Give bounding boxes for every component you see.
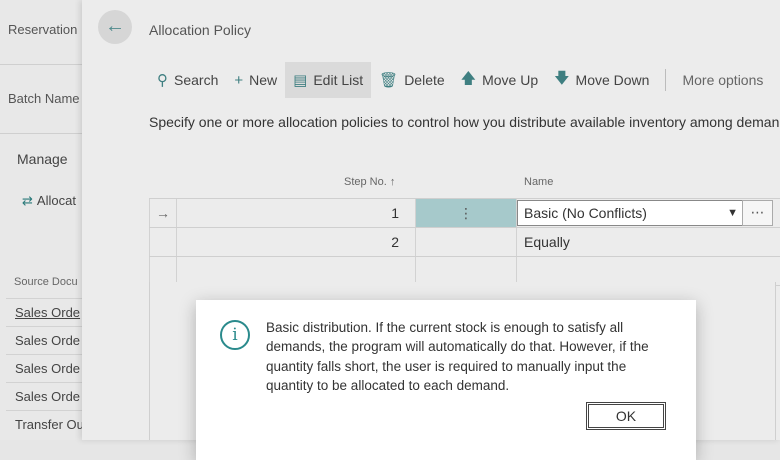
list-item[interactable]: Sales Orde bbox=[6, 326, 82, 354]
name-dropdown[interactable]: Basic (No Conflicts) ▼ bbox=[517, 200, 743, 226]
page-title: Allocation Policy bbox=[149, 22, 251, 38]
grid-rows: → 1 ⋮ Basic (No Conflicts) ▼ ⋯ 2 Equally bbox=[149, 198, 780, 286]
search-icon: ⚲ bbox=[157, 72, 168, 89]
source-document-text: Transfer Ou bbox=[15, 417, 82, 432]
move-up-button[interactable]: 🡅 Move Up bbox=[453, 62, 546, 98]
arrow-up-icon: 🡅 bbox=[460, 69, 477, 87]
delete-button[interactable]: 🗑 Delete bbox=[371, 62, 453, 98]
move-down-label: Move Down bbox=[575, 72, 650, 88]
name-dropdown-value: Basic (No Conflicts) bbox=[524, 205, 647, 221]
batch-name-label: Batch Name bbox=[8, 91, 80, 106]
row-selector[interactable] bbox=[149, 228, 177, 256]
table-row[interactable]: → 1 ⋮ Basic (No Conflicts) ▼ ⋯ bbox=[149, 198, 780, 228]
source-document-text: Sales Orde bbox=[15, 361, 81, 376]
new-label: New bbox=[249, 72, 278, 88]
row-actions-cell[interactable] bbox=[416, 257, 517, 285]
list-item[interactable]: Sales Orde bbox=[6, 298, 82, 326]
ok-button[interactable]: OK bbox=[586, 402, 666, 430]
back-button[interactable]: ← bbox=[98, 10, 132, 44]
trash-icon: 🗑 bbox=[379, 72, 399, 89]
list-item[interactable]: Sales Orde bbox=[6, 354, 82, 382]
edit-list-button[interactable]: ▤ Edit List bbox=[285, 62, 372, 98]
column-header-step-no[interactable]: Step No. ↑ bbox=[344, 176, 395, 188]
dialog-message: Basic distribution. If the current stock… bbox=[266, 320, 649, 393]
allocate-action[interactable]: ⇄ Allocat bbox=[22, 193, 76, 209]
edit-list-icon: ▤ bbox=[293, 72, 308, 89]
move-down-button[interactable]: 🡇 Move Down bbox=[546, 62, 657, 98]
manage-tab[interactable]: Manage bbox=[17, 151, 68, 167]
row-selector[interactable] bbox=[149, 257, 177, 285]
reservation-label: Reservation bbox=[8, 22, 78, 37]
table-row[interactable]: 2 Equally bbox=[149, 228, 780, 257]
arrow-down-icon: 🡇 bbox=[554, 69, 570, 87]
search-button[interactable]: ⚲ Search bbox=[149, 62, 226, 98]
source-document-header: Source Docu bbox=[14, 276, 78, 288]
move-up-label: Move Up bbox=[482, 72, 539, 88]
column-header-name[interactable]: Name bbox=[524, 176, 553, 188]
info-icon: i bbox=[220, 320, 250, 350]
allocate-action-label: Allocat bbox=[36, 193, 76, 208]
row-actions-cell[interactable] bbox=[416, 228, 517, 256]
chevron-down-icon: ▼ bbox=[727, 207, 738, 219]
allocate-icon: ⇄ bbox=[22, 193, 33, 208]
search-label: Search bbox=[174, 72, 219, 88]
name-cell[interactable] bbox=[517, 257, 777, 285]
more-options-button[interactable]: More options bbox=[674, 72, 771, 88]
plus-icon: + bbox=[234, 71, 244, 89]
source-document-text: Sales Orde bbox=[15, 333, 81, 348]
arrow-left-icon: ← bbox=[105, 15, 125, 37]
divider bbox=[0, 64, 82, 65]
list-item[interactable]: Transfer Ou bbox=[6, 410, 82, 438]
description-text: Specify one or more allocation policies … bbox=[149, 114, 780, 130]
row-selected-arrow-icon: → bbox=[149, 199, 177, 227]
step-no-cell[interactable]: 2 bbox=[177, 228, 416, 256]
row-actions-button[interactable]: ⋮ bbox=[416, 199, 517, 227]
toolbar-separator bbox=[665, 69, 667, 91]
source-document-link[interactable]: Sales Orde bbox=[15, 305, 80, 320]
divider bbox=[0, 133, 82, 134]
list-item[interactable]: Sales Orde bbox=[6, 382, 82, 410]
name-cell[interactable]: Equally bbox=[517, 228, 777, 256]
info-dialog: i Basic distribution. If the current sto… bbox=[196, 300, 696, 460]
step-no-cell[interactable] bbox=[177, 257, 416, 285]
new-button[interactable]: + New bbox=[226, 62, 285, 98]
source-document-text: Sales Orde bbox=[15, 389, 81, 404]
step-no-cell[interactable]: 1 bbox=[177, 199, 416, 227]
lookup-more-button[interactable]: ⋯ bbox=[742, 200, 773, 226]
edit-list-label: Edit List bbox=[313, 72, 364, 88]
toolbar: ⚲ Search + New ▤ Edit List 🗑 Delete 🡅 Move Up… bbox=[149, 62, 771, 98]
delete-label: Delete bbox=[404, 72, 445, 88]
